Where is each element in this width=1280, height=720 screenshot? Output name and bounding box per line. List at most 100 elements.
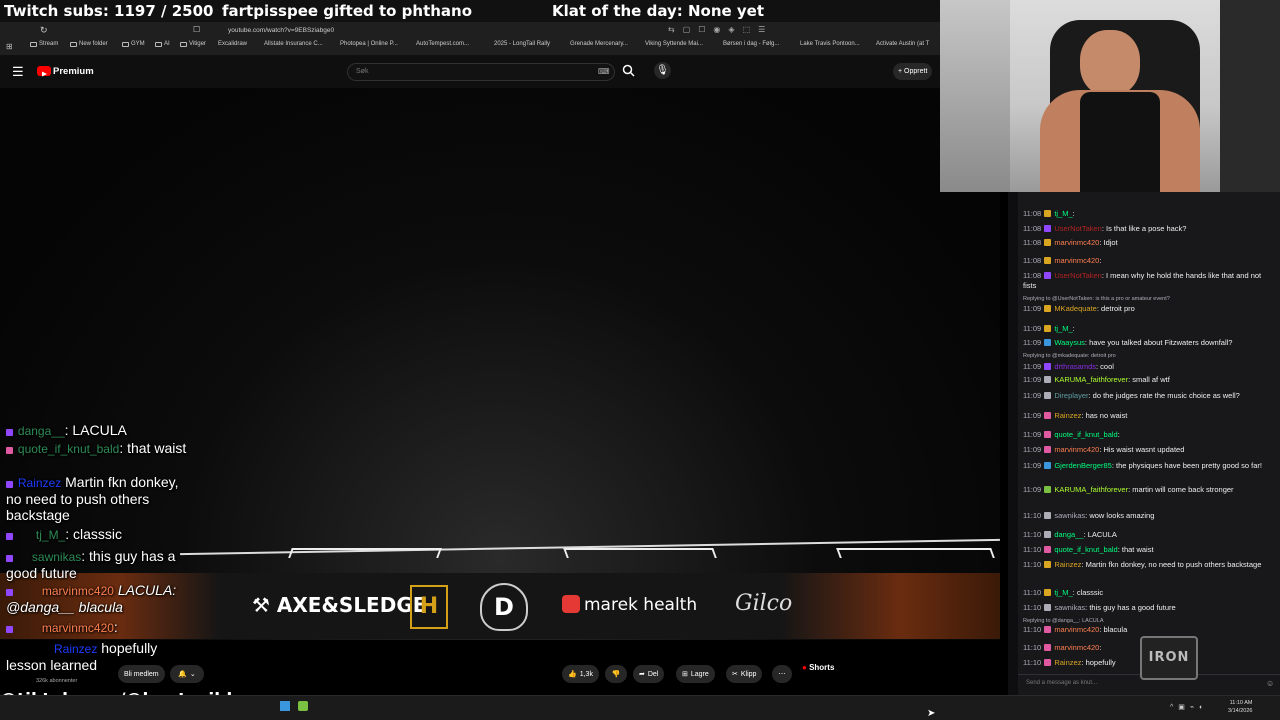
taskbar-app-icon[interactable]	[280, 701, 290, 711]
keyboard-icon[interactable]: ⌨	[598, 67, 610, 76]
chat-message: 11:08 marvinmc420:	[1023, 256, 1102, 265]
taskbar-clock[interactable]: 11:10 AM 3/14/2026	[1228, 699, 1252, 715]
youtube-premium-label[interactable]: Premium	[53, 66, 94, 77]
chat-username[interactable]: KARUMA_faithforever	[1054, 375, 1128, 384]
more-options-button[interactable]: ⋯	[772, 665, 792, 683]
chat-text: classsic	[73, 526, 123, 542]
sponsor-shield-logo: D	[480, 583, 528, 631]
chat-username[interactable]: tj_M_	[1054, 588, 1072, 597]
bookmark-label: New folder	[79, 41, 108, 47]
chat-text: Is that like a pose hack?	[1106, 224, 1187, 233]
create-label: Opprett	[904, 68, 928, 75]
chat-username[interactable]: Rainzez	[1054, 411, 1081, 420]
bookmark-photopea[interactable]: Photopea | Online P...	[340, 41, 398, 47]
save-button[interactable]: ⊞ Lagre	[676, 665, 715, 683]
chat-message: 11:09 GjerdenBerger85: the physiques hav…	[1023, 461, 1262, 470]
chat-username[interactable]: marvinmc420	[1054, 643, 1099, 652]
bookmark-allstate[interactable]: Allstate Insurance C...	[264, 41, 323, 47]
chat-message: 11:09 tj_M_:	[1023, 324, 1075, 333]
bookmark-excalidraw[interactable]: Excalidraw	[218, 41, 247, 47]
youtube-logo-icon[interactable]	[37, 66, 51, 77]
chat-username[interactable]: Rainzez	[1054, 658, 1081, 667]
chat-username: tj_M_	[35, 528, 66, 542]
menu-icon[interactable]: ☰	[12, 64, 24, 80]
chat-username[interactable]: quote_if_knut_bald	[1054, 545, 1117, 554]
taskbar-app-icon[interactable]	[298, 701, 308, 711]
sub-badge-icon	[1044, 512, 1052, 519]
sub-badge-icon	[1044, 257, 1052, 264]
chat-username[interactable]: marvinmc420	[1054, 445, 1099, 454]
chat-username[interactable]: quote_if_knut_bald	[1054, 430, 1117, 439]
create-button[interactable]: + Opprett	[893, 63, 933, 80]
chat-message: 11:09 drthrasamds: cool	[1023, 362, 1114, 371]
overlay-chat-line: danga__: LACULA	[6, 422, 127, 439]
chat-message: 11:09 KARUMA_faithforever: small af wtf	[1023, 375, 1170, 384]
crossed-axes-icon: ⚒	[252, 593, 277, 617]
chat-username[interactable]: Rainzez	[1054, 560, 1081, 569]
bookmark-autotempest[interactable]: AutoTempest.com...	[416, 41, 469, 47]
badge-icon	[6, 447, 13, 454]
chat-username[interactable]: marvinmc420	[1054, 238, 1099, 247]
dislike-button[interactable]: 👎	[605, 665, 627, 683]
chat-username[interactable]: UserNotTaken	[1054, 271, 1102, 280]
bookmark-gym[interactable]: GYM	[122, 41, 145, 47]
notification-bell-button[interactable]: 🔔 ⌄	[170, 665, 204, 683]
bookmark-new-folder[interactable]: New folder	[70, 41, 108, 47]
bookmark-star-icon[interactable]: ☐	[193, 25, 200, 34]
bookmark-lake-travis[interactable]: Lake Travis Pontoon...	[800, 41, 860, 47]
chat-username[interactable]: MKadequate	[1054, 304, 1097, 313]
chat-username[interactable]: GjerdenBerger85	[1054, 461, 1112, 470]
bookmark-ai[interactable]: AI	[155, 41, 170, 47]
clip-button[interactable]: ✂ Klipp	[726, 665, 763, 683]
chat-text: classsic	[1076, 588, 1104, 597]
sponsor-axe-sledge: ⚒ AXE&SLEDGE	[252, 593, 426, 617]
chat-scrollbar[interactable]	[1008, 192, 1018, 695]
folder-icon	[180, 41, 187, 47]
chat-username[interactable]: marvinmc420	[1054, 256, 1099, 265]
emote-icon[interactable]: ☺	[1266, 679, 1274, 688]
system-tray-icons[interactable]: ^▣⌁◐	[1170, 703, 1208, 711]
chat-username[interactable]: sawnikas	[1054, 603, 1085, 612]
chat-username[interactable]: marvinmc420	[1054, 625, 1099, 634]
bookmark-borsen[interactable]: Børsen i dag - Følg...	[723, 41, 779, 47]
bookmark-viking[interactable]: Viking Syttende Mai...	[645, 41, 703, 47]
chat-username[interactable]: UserNotTaken	[1054, 224, 1102, 233]
search-icon[interactable]	[622, 64, 635, 82]
chat-username[interactable]: tj_M_	[1054, 324, 1072, 333]
reload-icon[interactable]: ↻	[40, 25, 48, 36]
chat-username[interactable]: KARUMA_faithforever	[1054, 485, 1128, 494]
chat-text: blacula	[1103, 625, 1128, 634]
bookmark-activate[interactable]: Activate Austin (at T	[876, 41, 929, 47]
chat-username: Rainzez	[17, 476, 62, 490]
chat-timestamp: 11:09	[1023, 324, 1042, 333]
join-button[interactable]: Bli medlem	[118, 665, 165, 683]
extension-icons[interactable]: ⇆▢☐◉◈⬚☰	[668, 25, 773, 34]
bookmark-grenade[interactable]: Grenade Mercenary...	[570, 41, 628, 47]
bookmark-longtail[interactable]: 2025 - LongTail Rally	[494, 41, 550, 47]
like-button[interactable]: 👍 1,3k	[562, 665, 599, 683]
sponsor-gilco: Gilco	[735, 591, 793, 616]
chat-username[interactable]: danga__	[1054, 530, 1083, 539]
search-input[interactable]: Søk	[347, 63, 615, 81]
chat-text: small af wtf	[1132, 375, 1170, 384]
microphone-icon[interactable]: 🎙	[654, 62, 671, 79]
share-button[interactable]: ➦ Del	[633, 665, 665, 683]
bookmark-vitiger[interactable]: Vitiger	[180, 41, 206, 47]
chat-username[interactable]: Direplayer	[1054, 391, 1088, 400]
chat-timestamp: 11:10	[1023, 560, 1042, 569]
chat-message: 11:09 Waaysus: have you talked about Fit…	[1023, 338, 1233, 347]
chat-username[interactable]: tj_M_	[1054, 209, 1072, 218]
sub-badge-icon	[1044, 210, 1052, 217]
chat-text: LACULA	[1087, 530, 1117, 539]
url-field[interactable]: youtube.com/watch?v=9EBSziabge0	[228, 27, 334, 34]
share-icon: ➦	[639, 671, 645, 678]
chat-message: 11:08 tj_M_:	[1023, 209, 1075, 218]
apps-grid-icon[interactable]: ⊞	[6, 42, 13, 51]
chat-timestamp: 11:10	[1023, 588, 1042, 597]
chat-timestamp: 11:08	[1023, 271, 1042, 280]
chat-username[interactable]: sawnikas	[1054, 511, 1085, 520]
chat-username[interactable]: Waaysus	[1054, 338, 1085, 347]
bookmark-stream[interactable]: Stream	[30, 41, 58, 47]
chat-username: quote_if_knut_bald	[17, 442, 120, 456]
chat-username[interactable]: drthrasamds	[1054, 362, 1096, 371]
